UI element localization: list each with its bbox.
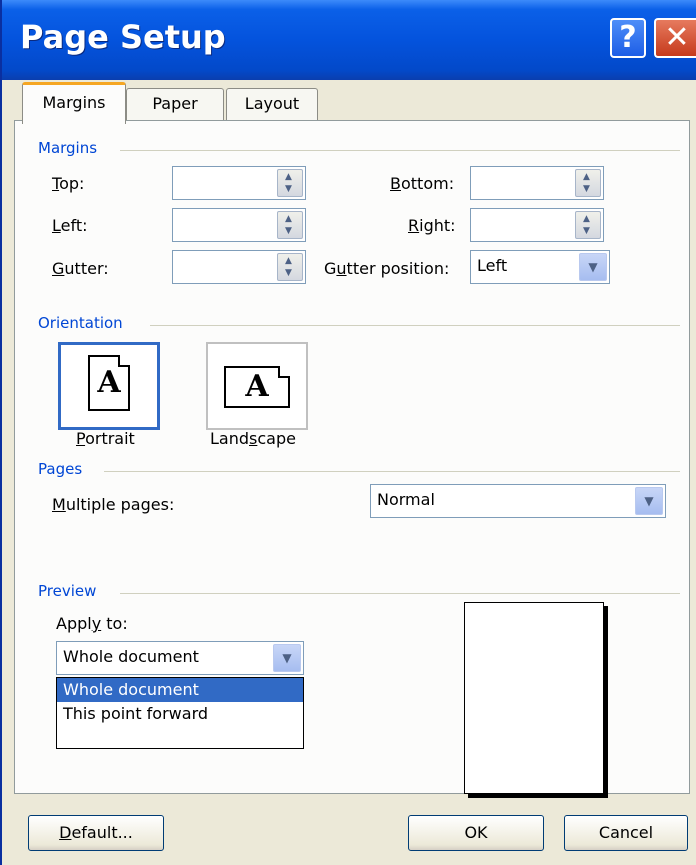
bottom-spin-buttons[interactable]: ▲ ▼ [575, 169, 601, 197]
top-spin-buttons[interactable]: ▲ ▼ [277, 169, 303, 197]
gutter-position-select[interactable]: Left ▼ [470, 250, 610, 284]
title-bar[interactable]: Page Setup ? ✕ [2, 0, 696, 80]
spin-down-icon: ▼ [583, 184, 590, 194]
gutter-spin-buttons[interactable]: ▲ ▼ [277, 253, 303, 281]
spin-up-icon: ▲ [583, 214, 590, 224]
spin-down-icon: ▼ [285, 226, 292, 236]
cancel-button[interactable]: Cancel [564, 815, 688, 851]
tab-paper[interactable]: Paper [126, 88, 224, 120]
orientation-divider [150, 325, 680, 326]
left-spin-buttons[interactable]: ▲ ▼ [277, 211, 303, 239]
list-item[interactable]: This point forward [57, 702, 303, 726]
orientation-group-title: Orientation [38, 314, 123, 332]
tab-layout[interactable]: Layout [226, 88, 318, 120]
portrait-page-icon: A [88, 355, 130, 411]
top-label: Top: [52, 174, 85, 193]
pages-group-title: Pages [38, 460, 83, 478]
apply-to-select[interactable]: Whole document ▼ [56, 641, 304, 675]
apply-to-value: Whole document [63, 647, 199, 666]
margins-divider [120, 150, 680, 151]
ok-button[interactable]: OK [408, 815, 544, 851]
chevron-down-icon[interactable]: ▼ [273, 644, 301, 672]
close-button[interactable]: ✕ [654, 18, 696, 58]
left-margin-spinner[interactable]: ▲ ▼ [172, 208, 306, 242]
window-title: Page Setup [20, 18, 226, 56]
gutter-position-label: Gutter position: [324, 259, 450, 278]
page-setup-dialog: Page Setup ? ✕ Margins Paper Layout Marg… [0, 0, 696, 865]
spin-down-icon: ▼ [285, 184, 292, 194]
help-button[interactable]: ? [610, 18, 646, 58]
tab-margins[interactable]: Margins [22, 82, 126, 124]
portrait-option[interactable]: A [58, 342, 160, 430]
apply-to-label: Apply to: [56, 614, 128, 633]
preview-page [464, 602, 604, 794]
spin-up-icon: ▲ [583, 172, 590, 182]
right-margin-spinner[interactable]: ▲ ▼ [470, 208, 604, 242]
bottom-label: Bottom: [390, 174, 455, 193]
list-item[interactable]: Whole document [57, 678, 303, 702]
preview-divider [120, 593, 680, 594]
left-label: Left: [52, 216, 88, 235]
gutter-label: Gutter: [52, 259, 109, 278]
default-button[interactable]: Default... [28, 815, 164, 851]
pages-divider [104, 471, 680, 472]
right-label: Right: [408, 216, 456, 235]
preview-group-title: Preview [38, 582, 97, 600]
landscape-page-icon: A [224, 366, 290, 408]
gutter-position-value: Left [477, 256, 508, 275]
spin-down-icon: ▼ [285, 268, 292, 278]
top-margin-spinner[interactable]: ▲ ▼ [172, 166, 306, 200]
right-spin-buttons[interactable]: ▲ ▼ [575, 211, 601, 239]
chevron-down-icon[interactable]: ▼ [579, 253, 607, 281]
multiple-pages-label: Multiple pages: [52, 495, 175, 514]
margins-group-title: Margins [38, 139, 98, 157]
chevron-down-icon[interactable]: ▼ [635, 487, 663, 515]
landscape-option[interactable]: A [206, 342, 308, 430]
portrait-label: Portrait [76, 429, 135, 448]
help-icon: ? [619, 20, 637, 55]
landscape-label: Landscape [210, 429, 296, 448]
close-icon: ✕ [664, 20, 690, 55]
multiple-pages-value: Normal [377, 490, 435, 509]
gutter-spinner[interactable]: ▲ ▼ [172, 250, 306, 284]
apply-to-dropdown-list: Whole document This point forward [56, 677, 304, 749]
spin-up-icon: ▲ [285, 214, 292, 224]
bottom-margin-spinner[interactable]: ▲ ▼ [470, 166, 604, 200]
spin-up-icon: ▲ [285, 256, 292, 266]
multiple-pages-select[interactable]: Normal ▼ [370, 484, 666, 518]
spin-down-icon: ▼ [583, 226, 590, 236]
spin-up-icon: ▲ [285, 172, 292, 182]
